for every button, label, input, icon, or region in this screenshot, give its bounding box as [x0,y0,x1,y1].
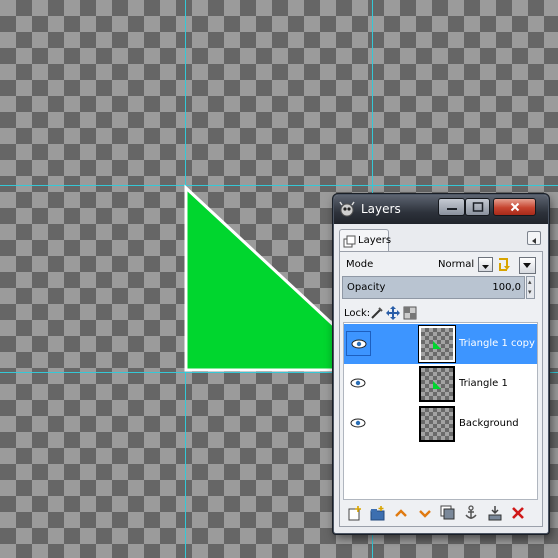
lock-label: Lock: [344,308,371,319]
eye-icon [350,418,366,428]
chevron-down-icon: ▾ [528,288,532,296]
mode-dropdown-button[interactable] [478,257,493,272]
mode-label: Mode [346,259,374,270]
layer-thumbnail[interactable] [419,366,455,402]
triangle-left-icon [532,238,536,244]
opacity-spin-buttons[interactable]: ▴ ▾ [526,276,535,299]
lower-layer-icon [419,510,431,518]
close-window-button[interactable] [493,198,536,216]
lock-pixels-icon[interactable] [370,306,384,320]
layer-name[interactable]: Background [459,418,519,429]
duplicate-layer-button[interactable] [439,504,457,522]
mode-options-button[interactable] [519,257,536,274]
mode-switch-icon[interactable] [496,256,512,274]
minimize-icon [446,208,457,210]
chevron-down-icon [523,263,531,268]
maximize-button[interactable] [465,198,490,216]
window-titlebar[interactable]: Layers [334,195,548,224]
lower-layer-button[interactable] [416,504,434,522]
lock-position-icon[interactable] [386,306,400,320]
chevron-down-icon [482,265,489,269]
layer-thumbnail[interactable] [418,325,456,363]
raise-layer-button[interactable] [392,504,410,522]
eye-icon [350,378,366,388]
layer-row-triangle-1-copy[interactable]: Triangle 1 copy [344,324,537,364]
maximize-icon [472,202,483,212]
triangle-thumbnail-icon [433,341,441,349]
merge-down-icon [488,506,502,521]
window-title: Layers [361,202,401,216]
layer-visibility-toggle[interactable] [346,371,371,396]
tab-label: Layers [358,235,392,246]
opacity-value: 100,0 [492,282,521,293]
delete-layer-icon [512,507,524,519]
lock-alpha-icon[interactable] [403,306,417,320]
layers-dock-window: Layers Layers Mode Normal Opacity 100,0 … [333,194,549,534]
new-layer-button[interactable] [346,504,364,522]
layer-list: Triangle 1 copy Triangle 1 Background [343,322,538,500]
layer-row-background[interactable]: Background [344,404,537,444]
layer-row-triangle-1[interactable]: Triangle 1 [344,364,537,404]
layers-icon [343,235,356,248]
layers-panel: Mode Normal Opacity 100,0 ▴ ▾ Lock: Tria… [339,251,543,527]
anchor-layer-button[interactable] [462,504,480,522]
new-layer-icon [348,506,361,521]
layers-toolbar [342,504,540,524]
new-layer-group-icon [370,506,385,521]
mode-select[interactable]: Normal [438,259,474,270]
raise-layer-icon [395,509,407,517]
minimize-button[interactable] [438,198,465,216]
triangle-thumbnail-icon [433,381,441,389]
chevron-up-icon: ▴ [528,278,532,286]
anchor-layer-icon [465,505,477,519]
tab-menu-button[interactable] [527,231,541,245]
merge-down-button[interactable] [486,504,504,522]
close-icon [510,202,519,212]
opacity-slider[interactable]: Opacity 100,0 [342,276,525,299]
layer-name[interactable]: Triangle 1 [459,378,508,389]
layer-visibility-toggle[interactable] [346,331,371,356]
delete-layer-button[interactable] [509,504,527,522]
tab-layers[interactable]: Layers [339,229,392,253]
dock-tab-row: Layers [339,226,543,253]
duplicate-layer-icon [440,505,455,520]
layer-thumbnail[interactable] [419,406,455,442]
layer-name[interactable]: Triangle 1 copy [459,338,535,349]
layer-visibility-toggle[interactable] [346,411,371,436]
gimp-app-icon[interactable] [338,200,356,218]
opacity-label: Opacity [347,282,386,293]
eye-icon [351,339,367,349]
new-layer-group-button[interactable] [369,504,387,522]
